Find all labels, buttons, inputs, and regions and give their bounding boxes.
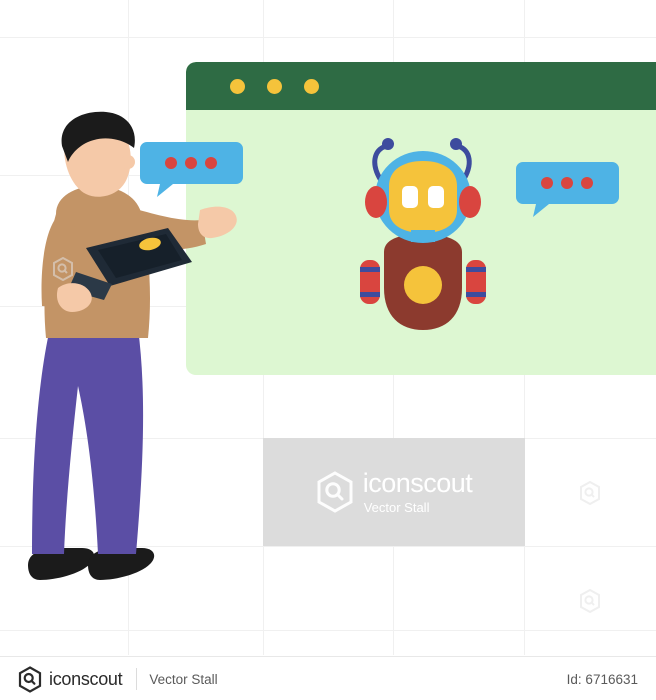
grid-line-horizontal [0,630,656,631]
window-dot-icon [304,79,319,94]
footer-brand-group: iconscout [18,665,123,693]
chatbot-robot-illustration [360,138,486,330]
watermark-faint-icon [580,481,600,505]
iconscout-logo-icon [317,471,353,513]
iconscout-logo-icon [18,665,42,693]
center-watermark: iconscout Vector Stall [263,438,525,546]
bubble-dot-icon [541,177,553,189]
watermark-subtitle: Vector Stall [363,500,430,515]
speech-bubble-right [516,162,619,217]
bubble-dot-icon [561,177,573,189]
person-with-laptop-illustration [28,111,237,580]
footer-bar: iconscout Vector Stall Id: 6716631 [0,656,656,700]
illustration-canvas: iconscout Vector Stall iconscout Vector … [0,0,656,700]
footer-id-label: Id: 6716631 [566,671,638,687]
footer-brand-label: iconscout [49,668,123,689]
browser-title-bar [186,62,656,110]
watermark-faint-icon [580,589,600,613]
footer-divider [136,668,138,690]
grid-line-horizontal [0,37,656,38]
watermark-brand: iconscout [362,468,473,498]
window-dot-icon [267,79,282,94]
window-dot-icon [230,79,245,94]
bubble-dot-icon [581,177,593,189]
footer-author-label: Vector Stall [149,671,218,687]
watermark-faint-icon [53,257,73,281]
